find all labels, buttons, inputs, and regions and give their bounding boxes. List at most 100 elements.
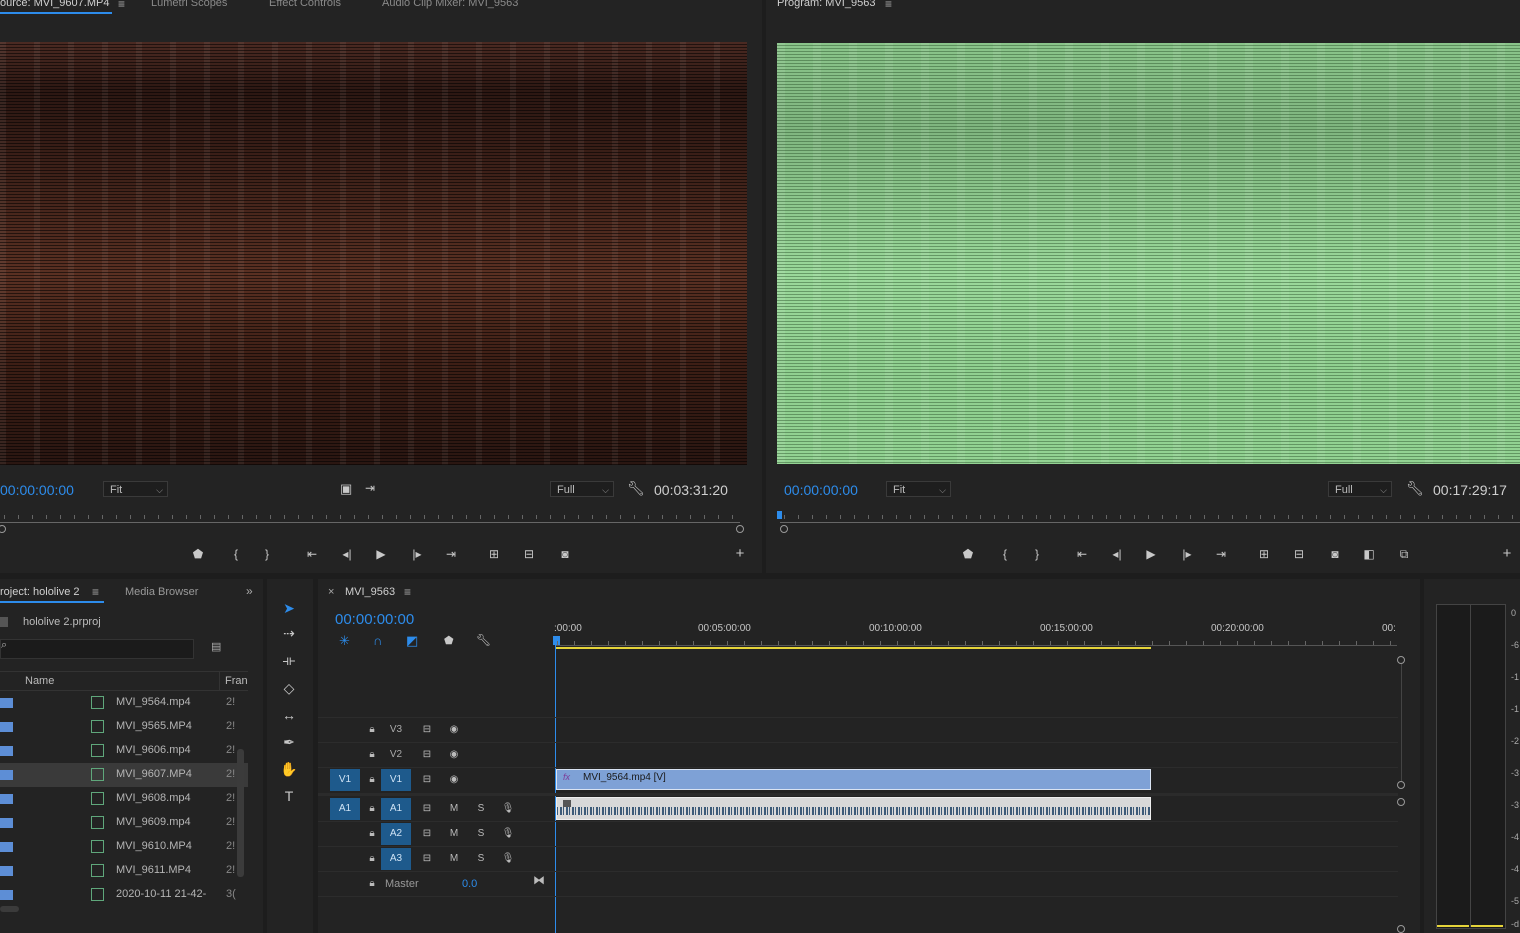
- source-resolution-dropdown[interactable]: Full ⌵: [550, 481, 614, 497]
- source-menu-icon[interactable]: ≡: [118, 0, 125, 11]
- sync-icon[interactable]: ⊟: [419, 723, 435, 737]
- video-audio-divider[interactable]: [318, 793, 1398, 796]
- source-scrub-bar[interactable]: [0, 522, 740, 523]
- timeline-zoom-handle-top[interactable]: [1397, 656, 1405, 664]
- add-marker-icon[interactable]: ⬟: [959, 546, 977, 562]
- eye-icon[interactable]: ◉: [446, 748, 462, 762]
- tab-project[interactable]: roject: hololive 2: [0, 586, 80, 598]
- track-select-tool-icon[interactable]: ⇢: [277, 622, 301, 644]
- mute-button[interactable]: M: [446, 852, 462, 866]
- step-back-icon[interactable]: ◂|: [338, 546, 356, 562]
- program-resolution-dropdown[interactable]: Full ⌵: [1328, 481, 1392, 497]
- eye-icon[interactable]: ◉: [446, 723, 462, 737]
- sync-icon[interactable]: ⊟: [419, 748, 435, 762]
- lock-icon[interactable]: 🔒︎: [364, 827, 380, 841]
- video-clip[interactable]: fx MVI_9564.mp4 [V]: [556, 769, 1151, 790]
- pen-tool-icon[interactable]: ✒: [277, 731, 301, 753]
- add-marker-icon[interactable]: ⬟: [444, 634, 454, 647]
- hand-tool-icon[interactable]: ✋: [277, 758, 301, 780]
- extract-icon[interactable]: ⊟: [1290, 546, 1308, 562]
- column-name[interactable]: Name: [25, 675, 54, 687]
- lock-icon[interactable]: 🔒︎: [364, 877, 380, 891]
- wrench-icon[interactable]: 🔧︎: [627, 480, 645, 497]
- go-to-out-icon[interactable]: ⇥: [1212, 546, 1230, 562]
- tab-effect-controls[interactable]: Effect Controls: [269, 0, 341, 9]
- snap-icon[interactable]: ∩: [373, 633, 382, 648]
- lock-icon[interactable]: 🔒︎: [364, 773, 380, 787]
- sync-icon[interactable]: ⊟: [419, 773, 435, 787]
- source-zoom-handle-left[interactable]: [0, 525, 6, 533]
- close-icon[interactable]: ×: [328, 586, 334, 598]
- track-v2[interactable]: V2: [381, 744, 411, 766]
- lock-icon[interactable]: 🔒︎: [364, 852, 380, 866]
- track-a1[interactable]: A1: [381, 798, 411, 820]
- wrench-icon[interactable]: 🔧︎: [476, 633, 491, 647]
- mark-in-icon[interactable]: {: [996, 546, 1014, 562]
- project-item[interactable]: MVI_9609.mp4 2!: [0, 811, 248, 835]
- eye-icon[interactable]: ◉: [446, 773, 462, 787]
- slip-tool-icon[interactable]: ↔: [277, 704, 301, 726]
- step-forward-icon[interactable]: |▸: [408, 546, 426, 562]
- sequence-tab[interactable]: MVI_9563: [345, 586, 395, 598]
- add-button-icon[interactable]: +: [1498, 546, 1516, 562]
- source-fit-dropdown[interactable]: Fit ⌵: [103, 481, 168, 497]
- project-item[interactable]: MVI_9565.MP4 2!: [0, 715, 248, 739]
- project-item[interactable]: MVI_9608.mp4 2!: [0, 787, 248, 811]
- sync-icon[interactable]: ⊟: [419, 852, 435, 866]
- program-menu-icon[interactable]: ≡: [885, 0, 892, 11]
- program-fit-dropdown[interactable]: Fit ⌵: [886, 481, 951, 497]
- video-scroll-handle[interactable]: [1397, 781, 1405, 789]
- tab-media-browser[interactable]: Media Browser: [125, 586, 198, 598]
- timeline-vscroll-track[interactable]: [1401, 664, 1402, 781]
- settings-panel-icon[interactable]: ▣: [340, 481, 352, 497]
- work-area-bar[interactable]: [555, 647, 1151, 649]
- sync-icon[interactable]: ⊟: [419, 802, 435, 816]
- camera-icon[interactable]: ◙: [1326, 546, 1344, 562]
- add-marker-icon[interactable]: ⬟: [189, 546, 207, 562]
- mute-button[interactable]: M: [446, 802, 462, 816]
- source-timecode[interactable]: 00:00:00:00: [0, 482, 74, 498]
- solo-button[interactable]: S: [473, 827, 489, 841]
- project-item[interactable]: MVI_9610.MP4 2!: [0, 835, 248, 859]
- source-zoom-handle[interactable]: [736, 525, 744, 533]
- track-a2[interactable]: A2: [381, 823, 411, 845]
- insert-icon[interactable]: ⊞: [485, 546, 503, 562]
- project-menu-icon[interactable]: ≡: [92, 585, 99, 599]
- mark-out-icon[interactable]: }: [1028, 546, 1046, 562]
- go-to-in-icon[interactable]: ⇤: [303, 546, 321, 562]
- add-button-icon[interactable]: +: [731, 546, 749, 562]
- comparison-view-icon[interactable]: ◧: [1360, 546, 1378, 562]
- source-patch-a1[interactable]: A1: [330, 798, 360, 820]
- project-item[interactable]: MVI_9564.mp4 2!: [0, 691, 248, 715]
- mute-button[interactable]: M: [446, 827, 462, 841]
- tab-program[interactable]: Program: MVI_9563: [777, 0, 875, 9]
- master-volume[interactable]: 0.0: [462, 878, 477, 890]
- project-item[interactable]: MVI_9611.MP4 2!: [0, 859, 248, 883]
- go-to-out-icon[interactable]: ⇥: [442, 546, 460, 562]
- program-scrub-bar[interactable]: [780, 522, 1520, 523]
- razor-tool-icon[interactable]: ◇: [277, 677, 301, 699]
- microphone-icon[interactable]: 🎙︎: [500, 802, 516, 816]
- track-v1[interactable]: V1: [381, 769, 411, 791]
- program-timecode[interactable]: 00:00:00:00: [784, 482, 858, 498]
- go-to-end-icon[interactable]: ⧓: [533, 873, 545, 887]
- panel-overflow-icon[interactable]: »: [246, 584, 253, 598]
- mark-out-icon[interactable]: }: [258, 546, 276, 562]
- solo-button[interactable]: S: [473, 802, 489, 816]
- column-frame-rate[interactable]: Fran: [225, 675, 248, 687]
- overwrite-icon[interactable]: ⊟: [520, 546, 538, 562]
- project-scrollbar[interactable]: [237, 749, 244, 877]
- type-tool-icon[interactable]: T: [277, 785, 301, 807]
- microphone-icon[interactable]: 🎙︎: [500, 852, 516, 866]
- lock-icon[interactable]: 🔒︎: [364, 748, 380, 762]
- timeline-timecode[interactable]: 00:00:00:00: [335, 611, 414, 628]
- lift-icon[interactable]: ⊞: [1255, 546, 1273, 562]
- lock-icon[interactable]: 🔒︎: [364, 723, 380, 737]
- selection-tool-icon[interactable]: ➤: [277, 597, 301, 619]
- project-search-input[interactable]: [0, 639, 194, 659]
- lock-icon[interactable]: 🔒︎: [364, 802, 380, 816]
- step-back-icon[interactable]: ◂|: [1108, 546, 1126, 562]
- project-item[interactable]: 2020-10-11 21-42- 3(: [0, 883, 248, 907]
- export-arrows-icon[interactable]: ⇥: [365, 481, 375, 495]
- audio-scroll-handle[interactable]: [1397, 798, 1405, 806]
